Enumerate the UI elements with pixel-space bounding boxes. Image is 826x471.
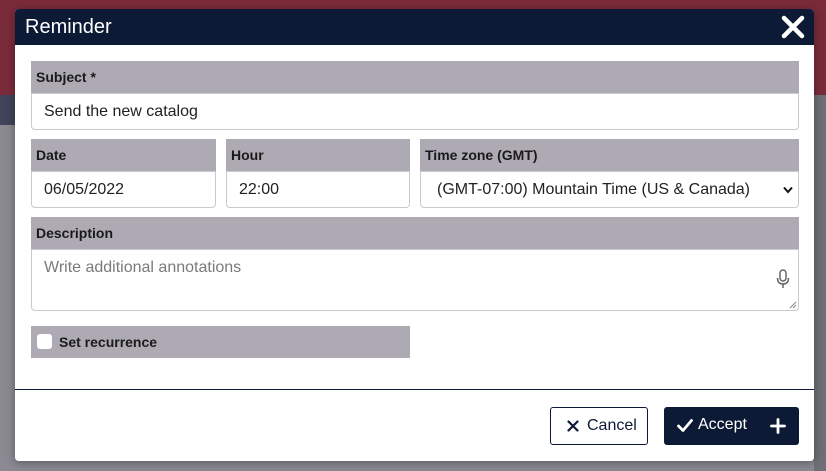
cancel-button[interactable]: Cancel [550,407,648,445]
timezone-selected-value: (GMT-07:00) Mountain Time (US & Canada) [437,181,751,198]
chevron-down-icon [783,186,793,194]
description-textarea[interactable]: Write additional annotations [31,249,799,311]
backdrop-edge [814,95,826,471]
reminder-dialog: Reminder Subject * Send the new catalog … [15,9,814,461]
close-button[interactable] [780,14,806,40]
hour-input[interactable]: 22:00 [226,171,410,208]
date-label: Date [31,139,216,171]
accept-button[interactable]: Accept [664,407,799,445]
plus-icon[interactable] [770,418,786,434]
description-label: Description [31,217,799,249]
dialog-footer: Cancel Accept [15,390,814,461]
close-icon [781,15,805,39]
check-icon [677,419,693,432]
recurrence-label: Set recurrence [59,334,158,350]
date-input[interactable]: 06/05/2022 [31,171,216,208]
cancel-label: Cancel [587,417,637,434]
recurrence-checkbox[interactable] [37,334,52,349]
subject-input[interactable]: Send the new catalog [31,93,799,130]
accept-label: Accept [698,416,747,433]
subject-label: Subject * [31,61,799,93]
microphone-icon[interactable] [776,269,790,289]
dialog-header: Reminder [15,9,814,45]
times-icon [567,420,579,432]
timezone-label: Time zone (GMT) [420,139,799,171]
dialog-title: Reminder [25,16,112,38]
description-placeholder: Write additional annotations [44,259,242,276]
timezone-select[interactable]: (GMT-07:00) Mountain Time (US & Canada) [420,171,799,208]
hour-label: Hour [226,139,410,171]
recurrence-toggle[interactable]: Set recurrence [31,326,410,358]
resize-grip-icon[interactable] [788,300,797,309]
